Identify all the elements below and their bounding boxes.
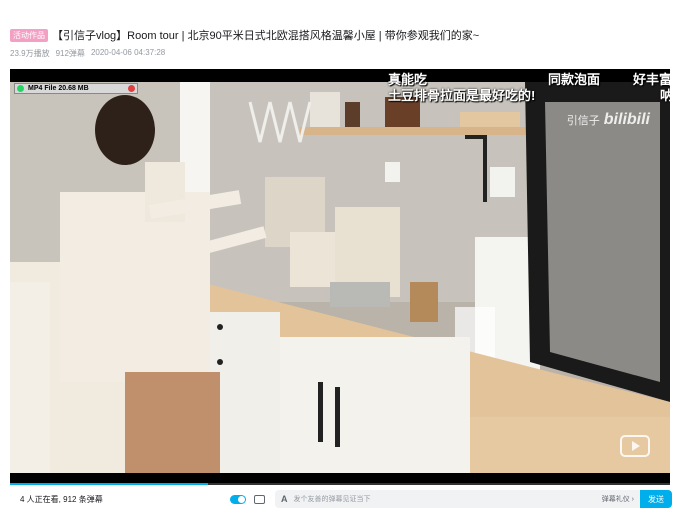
file-info-badge[interactable]: MP4 File 20.68 MB <box>14 83 138 94</box>
video-frame[interactable] <box>10 82 670 473</box>
video-header: 活动作品 【引信子vlog】Room tour | 北京90平米日式北欧混搭风格… <box>10 26 670 59</box>
danmaku-placeholder[interactable]: 发个友善的弹幕见证当下 <box>294 494 602 504</box>
video-meta: 23.9万播放 912弹幕 2020-04-06 04:37:28 <box>10 48 670 59</box>
publish-date: 2020-04-06 04:37:28 <box>90 48 166 57</box>
viewer-stats: 4 人正在看, 912 条弹幕 <box>20 494 230 505</box>
bilibili-logo: bilibili <box>603 111 650 128</box>
bilibili-watermark: 引信子 bilibili <box>567 111 650 129</box>
danmaku-toggle[interactable] <box>230 494 246 504</box>
activity-tag[interactable]: 活动作品 <box>10 28 48 42</box>
danmaku-input[interactable]: A 发个友善的弹幕见证当下 弹幕礼仪 › <box>275 490 640 508</box>
kitchen-scene-image <box>10 82 670 473</box>
send-button[interactable]: 发送 <box>640 490 672 508</box>
view-count: 23.9万播放 <box>10 49 50 58</box>
danmaku-comment[interactable]: 同款泡面 <box>548 69 600 88</box>
danmaku-etiquette-link[interactable]: 弹幕礼仪 › <box>602 494 634 504</box>
danmaku-comment[interactable]: 土豆排骨拉面是最好吃的! <box>388 85 535 104</box>
close-icon[interactable] <box>128 85 135 92</box>
bilibili-tv-icon[interactable] <box>620 435 650 457</box>
video-title: 【引信子vlog】Room tour | 北京90平米日式北欧混搭风格温馨小屋 … <box>52 30 480 42</box>
danmaku-count: 912弹幕 <box>55 49 85 58</box>
danmaku-bar: 4 人正在看, 912 条弹幕 A 发个友善的弹幕见证当下 弹幕礼仪 › 发送 <box>10 487 672 511</box>
viewers-text: 4 人正在看, <box>20 494 61 504</box>
danmaku-total: 912 条弹幕 <box>63 494 103 504</box>
whatsapp-icon <box>17 85 24 92</box>
danmaku-settings-icon[interactable] <box>254 494 265 504</box>
danmaku-comment[interactable]: 呐 <box>660 85 670 104</box>
watermark-author: 引信子 <box>566 115 600 127</box>
font-style-icon[interactable]: A <box>281 494 288 504</box>
progress-bar[interactable] <box>10 483 670 485</box>
video-player[interactable]: MP4 File 20.68 MB 真能吃 同款泡面 好丰富 土豆排骨拉面是最好… <box>10 69 670 485</box>
title-row: 活动作品 【引信子vlog】Room tour | 北京90平米日式北欧混搭风格… <box>10 26 670 44</box>
progress-fill <box>10 483 208 485</box>
file-info-text: MP4 File 20.68 MB <box>28 85 89 92</box>
